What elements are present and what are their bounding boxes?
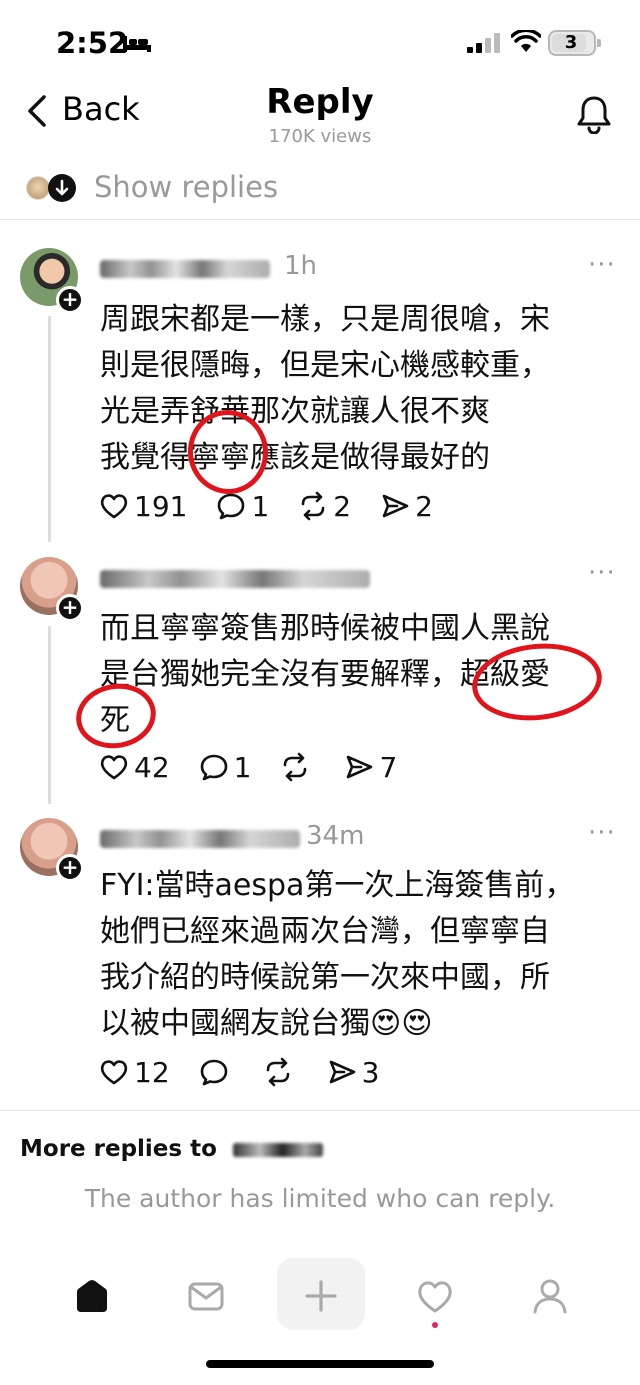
action-row: 42 1 7: [98, 747, 425, 787]
comment-bubble-icon: [200, 754, 227, 781]
repost-button[interactable]: [262, 1056, 298, 1088]
share-button[interactable]: 2: [379, 490, 433, 523]
section-divider: [0, 1110, 640, 1111]
comment-count: 1: [251, 489, 270, 523]
more-replies-heading: More replies to: [20, 1136, 323, 1162]
notification-dot: [432, 1322, 438, 1328]
post-time: 1h: [284, 251, 318, 281]
post-line: 周跟宋都是一樣，只是周很嗆，宋: [100, 302, 550, 337]
page-title: Reply: [266, 82, 374, 122]
share-count: 2: [415, 489, 433, 523]
action-row: 12 3: [98, 1052, 407, 1092]
like-count: 191: [134, 489, 188, 523]
action-row: 191 1 2 2: [98, 486, 461, 526]
more-options-icon[interactable]: ···: [588, 818, 616, 848]
like-count: 42: [134, 750, 170, 784]
battery-level: 3: [564, 32, 578, 53]
show-replies-link[interactable]: Show replies: [94, 170, 278, 204]
follow-plus-icon[interactable]: +: [56, 854, 84, 882]
comment-button[interactable]: 1: [215, 490, 269, 523]
send-icon: [329, 1060, 355, 1084]
heart-icon: [100, 1060, 128, 1085]
profile-icon: [533, 1279, 567, 1314]
heart-icon: [100, 494, 128, 519]
post-line: 我覺得寧寧應該是做得最好的: [100, 440, 490, 475]
more-replies-label: More replies to: [20, 1136, 217, 1162]
home-indicator: [206, 1360, 434, 1368]
nav-activity[interactable]: [405, 1266, 465, 1326]
repost-button[interactable]: 2: [297, 490, 351, 523]
like-count: 12: [134, 1055, 170, 1089]
repost-icon: [301, 491, 325, 521]
comment-count: 1: [233, 750, 252, 784]
username-redacted[interactable]: [100, 260, 270, 278]
post-time: 34m: [306, 821, 365, 851]
nav-compose-icon-wrap[interactable]: [291, 1266, 351, 1326]
post-line: 則是很隱晦，但是宋心機感較重，: [100, 348, 550, 383]
heart-icon: [100, 755, 128, 780]
inbox-icon: [188, 1282, 224, 1311]
status-time: 2:52: [56, 26, 129, 60]
username-redacted: [232, 1142, 323, 1157]
username-redacted[interactable]: [100, 830, 300, 848]
nav-profile[interactable]: [520, 1266, 580, 1326]
like-button[interactable]: 191: [98, 490, 187, 523]
post-body: FYI:當時aespa第一次上海簽售前， 她們已經來過兩次台灣，但寧寧自 我介紹…: [100, 863, 600, 1047]
comment-button[interactable]: 1: [198, 750, 252, 784]
nav-home[interactable]: [62, 1266, 122, 1326]
thread-line: [48, 626, 51, 804]
view-count: 170K views: [268, 126, 372, 147]
share-count: 3: [361, 1055, 380, 1089]
comment-bubble-icon: [218, 493, 245, 520]
sleep-focus-icon: [123, 36, 151, 52]
send-icon: [347, 755, 373, 779]
home-icon: [77, 1280, 107, 1312]
share-button[interactable]: 7: [343, 751, 397, 784]
post-line: 光是弄舒華那次就讓人很不爽: [100, 394, 490, 429]
send-icon: [382, 494, 409, 518]
thread-line: [48, 316, 51, 542]
notification-bell-icon[interactable]: [575, 94, 613, 134]
post-line: 她們已經來過兩次台灣，但寧寧自: [100, 914, 550, 949]
repost-button[interactable]: [279, 751, 315, 783]
share-button[interactable]: 3: [326, 1055, 380, 1089]
repost-icon: [266, 1057, 289, 1087]
post-line: 我介紹的時候說第一次來中國，所: [100, 960, 550, 995]
post-line: 以被中國網友說台獨😍😍: [100, 1006, 433, 1041]
username-redacted[interactable]: [100, 570, 370, 588]
battery-indicator: 3: [548, 30, 601, 56]
follow-plus-icon[interactable]: +: [56, 594, 84, 622]
comment-button[interactable]: [198, 1056, 234, 1088]
more-options-icon[interactable]: ···: [588, 558, 616, 588]
post-line: FYI:當時aespa第一次上海簽售前，: [100, 868, 575, 903]
share-count: 7: [379, 750, 398, 784]
follow-plus-icon[interactable]: +: [56, 286, 84, 314]
comment-bubble-icon: [200, 1059, 227, 1086]
activity-heart-icon: [418, 1281, 452, 1313]
repost-icon: [284, 752, 307, 782]
section-divider: [0, 219, 640, 220]
wifi-icon: [511, 30, 541, 52]
more-options-icon[interactable]: ···: [588, 250, 616, 280]
like-button[interactable]: 12: [98, 1056, 170, 1089]
compose-plus-icon: [305, 1280, 337, 1312]
cellular-signal-icon: [467, 33, 500, 53]
repost-count: 2: [333, 489, 352, 523]
nav-inbox[interactable]: [176, 1266, 236, 1326]
expand-down-icon[interactable]: [48, 174, 76, 202]
reply-limited-notice: The author has limited who can reply.: [84, 1184, 556, 1213]
post-body: 周跟宋都是一樣，只是周很嗆，宋 則是很隱晦，但是宋心機感較重， 光是弄舒華那次就…: [100, 297, 600, 481]
like-button[interactable]: 42: [98, 751, 170, 784]
reply-avatar: [26, 176, 50, 200]
